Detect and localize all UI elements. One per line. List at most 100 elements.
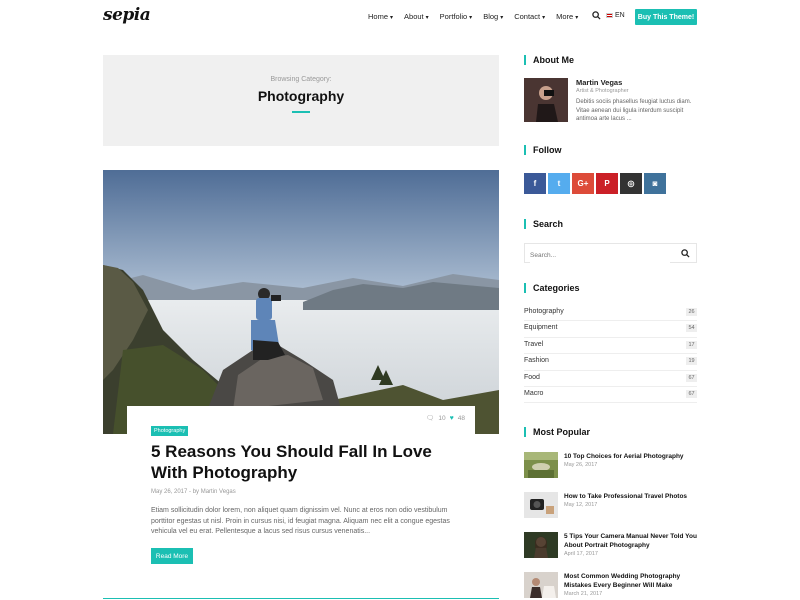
chevron-down-icon: ▾ <box>500 15 504 21</box>
divider <box>103 598 499 599</box>
search-input[interactable] <box>530 246 670 265</box>
language-label: EN <box>615 12 625 19</box>
avatar <box>524 78 568 122</box>
nav-label: More <box>556 12 574 21</box>
popular-heading: Most Popular <box>524 427 590 437</box>
search-icon[interactable] <box>592 11 601 20</box>
post-thumbnail[interactable] <box>524 532 558 558</box>
dribbble-icon[interactable]: ◎ <box>620 173 642 194</box>
author-bio: Debitis sociis phasellus feugiat luctus … <box>576 99 692 122</box>
title-underline <box>292 111 310 113</box>
post-date: May 26, 2017 <box>151 489 188 495</box>
chevron-down-icon: ▾ <box>425 15 429 21</box>
twitter-icon[interactable]: t <box>548 173 570 194</box>
social-links: f t G+ P ◎ ◙ <box>524 173 666 194</box>
follow-heading: Follow <box>524 145 562 155</box>
nav-item-portfolio[interactable]: Portfolio ▾ <box>440 12 473 21</box>
category-name[interactable]: Photography <box>524 308 564 315</box>
instagram-icon[interactable]: ◙ <box>644 173 666 194</box>
category-count: 26 <box>686 308 697 316</box>
nav-item-more[interactable]: More ▾ <box>556 12 578 21</box>
post-date: March 21, 2017 <box>564 591 603 597</box>
category-name[interactable]: Equipment <box>524 324 557 331</box>
post-title[interactable]: 5 Reasons You Should Fall In Love With P… <box>151 441 461 483</box>
nav-item-home[interactable]: Home ▾ <box>368 12 393 21</box>
category-name[interactable]: Fashion <box>524 357 549 364</box>
like-count: 48 <box>457 414 465 422</box>
list-item[interactable]: Fashion 19 <box>524 354 697 371</box>
popular-post-title[interactable]: 10 Top Choices for Aerial Photography May… <box>564 452 700 470</box>
list-item[interactable]: Macro 67 <box>524 387 697 404</box>
post-stats: 🗨 10 ♥ 48 <box>426 414 465 423</box>
author-prefix: - by <box>189 489 200 495</box>
nav-label: Blog <box>483 12 499 21</box>
list-item[interactable]: Travel 17 <box>524 338 697 355</box>
buy-theme-button[interactable]: Buy This Theme! <box>635 9 697 25</box>
post-date: May 12, 2017 <box>564 502 598 508</box>
nav-label: Home <box>368 12 389 21</box>
google-plus-icon[interactable]: G+ <box>572 173 594 194</box>
nav-item-contact[interactable]: Contact ▾ <box>514 12 545 21</box>
category-list: Photography 26 Equipment 54 Travel 17 Fashi… <box>524 305 697 404</box>
list-item[interactable]: Equipment 54 <box>524 321 697 338</box>
author-role: Artist & Photographer <box>576 88 629 94</box>
post-title[interactable]: 5 Tips Your Camera Manual Never Told You… <box>564 533 697 549</box>
pinterest-icon[interactable]: P <box>596 173 618 194</box>
post-thumbnail[interactable] <box>524 452 558 478</box>
post-title[interactable]: 10 Top Choices for Aerial Photography <box>564 453 684 460</box>
about-heading: About Me <box>524 55 574 65</box>
nav-label: About <box>404 12 424 21</box>
post-title[interactable]: Most Common Wedding Photography Mistakes… <box>564 573 680 589</box>
read-more-button[interactable]: Read More <box>151 548 193 564</box>
category-count: 17 <box>686 340 697 349</box>
chevron-down-icon: ▾ <box>390 15 394 21</box>
post-featured-image[interactable] <box>103 170 499 434</box>
post-author[interactable]: Martin Vegas <box>201 489 236 495</box>
chevron-down-icon: ▾ <box>542 15 546 21</box>
category-count: 19 <box>686 357 697 366</box>
post-date: May 26, 2017 <box>564 462 598 468</box>
heart-icon[interactable]: ♥ <box>450 415 454 422</box>
post-meta: May 26, 2017 - by Martin Vegas <box>151 489 236 495</box>
post-thumbnail[interactable] <box>524 572 558 598</box>
popular-post-title[interactable]: 5 Tips Your Camera Manual Never Told You… <box>564 532 700 559</box>
nav-item-blog[interactable]: Blog ▾ <box>483 12 503 21</box>
category-count: 67 <box>686 389 697 398</box>
nav-label: Portfolio <box>439 12 468 21</box>
list-item[interactable]: 5 Tips Your Camera Manual Never Told You… <box>524 532 699 572</box>
chevron-down-icon: ▾ <box>469 15 473 21</box>
chevron-down-icon: ▾ <box>575 15 579 21</box>
popular-post-title[interactable]: How to Take Professional Travel Photos Ma… <box>564 492 700 510</box>
category-name[interactable]: Macro <box>524 390 543 397</box>
category-badge[interactable]: Photography <box>151 426 189 436</box>
categories-heading: Categories <box>524 283 580 293</box>
category-name[interactable]: Food <box>524 374 540 381</box>
search-icon[interactable] <box>681 249 690 258</box>
facebook-icon[interactable]: f <box>524 173 546 194</box>
popular-posts: 10 Top Choices for Aerial Photography May… <box>524 452 699 600</box>
list-item[interactable]: How to Take Professional Travel Photos Ma… <box>524 492 699 532</box>
search-heading: Search <box>524 219 563 229</box>
post-excerpt: Etiam sollicitudin dolor lorem, non aliq… <box>151 507 450 535</box>
main-nav: Home ▾ About ▾ Portfolio ▾ Blog ▾ Contact ▾ M… <box>368 12 589 21</box>
nav-label: Contact <box>514 12 541 21</box>
sidebar-search <box>524 243 697 265</box>
category-name[interactable]: Travel <box>524 341 543 348</box>
banner-subtitle: Browsing Category: <box>270 76 332 83</box>
site-logo[interactable]: sepia <box>103 5 151 25</box>
list-item[interactable]: Food 67 <box>524 371 697 387</box>
post-thumbnail[interactable] <box>524 492 558 518</box>
list-item[interactable]: Photography 26 <box>524 305 697 322</box>
popular-post-title[interactable]: Most Common Wedding Photography Mistakes… <box>564 572 700 599</box>
post-card: 🗨 10 ♥ 48 Photography 5 Reasons You Shou… <box>127 406 475 596</box>
post-date: April 17, 2017 <box>564 551 598 557</box>
list-item[interactable]: 10 Top Choices for Aerial Photography May… <box>524 452 699 492</box>
flag-icon <box>606 13 613 18</box>
category-count: 67 <box>686 373 697 382</box>
nav-item-about[interactable]: About ▾ <box>404 12 429 21</box>
language-switcher[interactable]: EN <box>606 12 625 19</box>
comment-count[interactable]: 10 <box>438 415 445 422</box>
post-title[interactable]: How to Take Professional Travel Photos <box>564 493 687 500</box>
list-item[interactable]: Most Common Wedding Photography Mistakes… <box>524 572 699 600</box>
author-name: Martin Vegas <box>576 78 623 87</box>
